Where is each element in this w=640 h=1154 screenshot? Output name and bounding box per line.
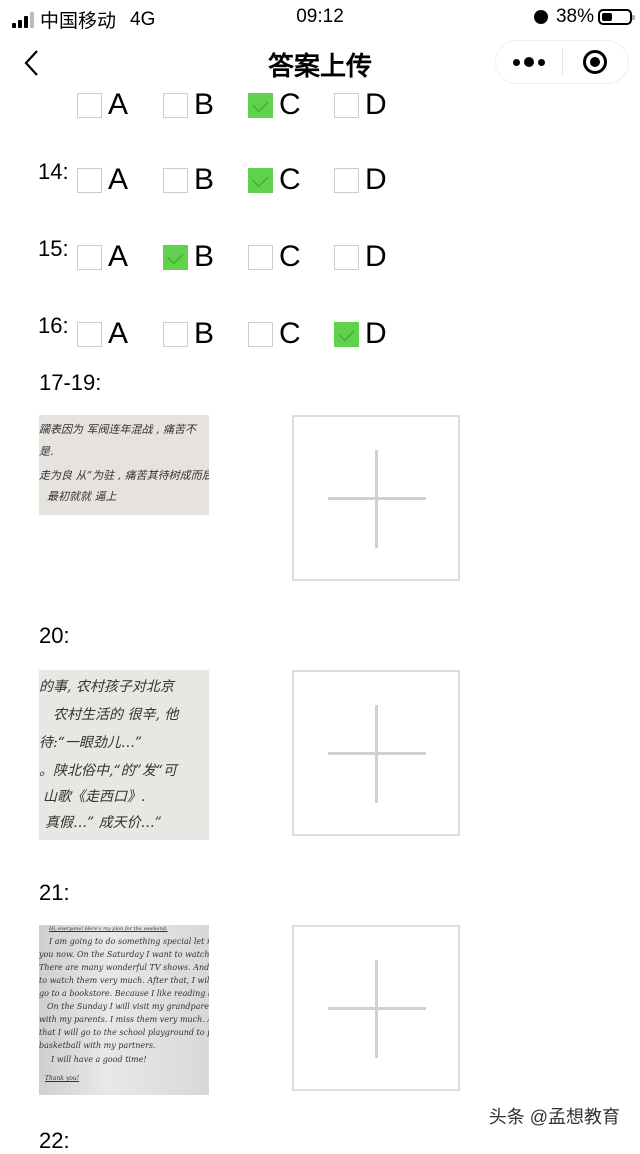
checkbox[interactable] [77, 321, 102, 347]
handwriting-line: to watch them very much. After that, I w… [39, 976, 209, 985]
option-a[interactable]: A [77, 242, 128, 272]
checkbox[interactable] [334, 244, 359, 270]
option-label: A [108, 317, 129, 350]
handwriting-line: 走为良 从“为驻 , 痛苦其待树成而后记 [39, 469, 209, 482]
add-image-button[interactable] [292, 925, 460, 1091]
option-c[interactable]: C [248, 90, 301, 120]
uploaded-photo[interactable]: 的事, 农村孩子对北京 农村生活的 很辛, 他 待:“一眼劲儿…” 。陕北俗中,… [39, 670, 209, 840]
handwriting-line: 真假…” 成天价…” [45, 815, 162, 831]
handwriting-line: Hi, everyone! Here's my plan for the wee… [49, 926, 168, 932]
plus-icon-vertical [375, 705, 378, 803]
checkbox[interactable] [248, 321, 273, 347]
target-circle-icon [583, 50, 608, 74]
battery-percent: 38% [555, 6, 594, 27]
section-label-partial: 22: [39, 1128, 70, 1153]
checkbox-checked[interactable] [163, 244, 188, 270]
option-label: D [365, 163, 387, 196]
option-label: B [194, 88, 215, 121]
option-a[interactable]: A [77, 165, 128, 195]
handwriting-line: basketball with my partners. [39, 1041, 156, 1050]
option-c[interactable]: C [248, 165, 301, 195]
handwriting-line: 。陕北俗中,“的”发“可 [39, 763, 177, 779]
uploaded-photo[interactable]: 躏表因为 军阀连年混战 , 痛苦不 是. 走为良 从“为驻 , 痛苦其待树成而后… [39, 415, 209, 515]
section-label: 20: [39, 623, 70, 648]
mini-program-capsule [495, 40, 629, 84]
checkbox[interactable] [248, 244, 273, 270]
alarm-icon [533, 10, 548, 24]
option-label: D [365, 88, 387, 121]
option-label: C [279, 163, 301, 196]
option-d[interactable]: D [334, 165, 387, 195]
plus-icon-vertical [375, 450, 378, 548]
option-a[interactable]: A [77, 319, 128, 349]
section-label: 21: [39, 880, 70, 905]
handwriting-line: you now. On the Saturday I want to watch… [39, 950, 209, 959]
option-label: B [194, 240, 215, 273]
option-label: B [194, 317, 215, 350]
checkbox[interactable] [163, 92, 188, 118]
handwriting-line: 躏表因为 军阀连年混战 , 痛苦不 [39, 423, 196, 436]
more-dots-icon [512, 58, 520, 66]
checkbox[interactable] [163, 321, 188, 347]
checkbox[interactable] [77, 92, 102, 118]
checkbox-checked[interactable] [334, 321, 359, 347]
option-d[interactable]: D [334, 319, 387, 349]
navigation-bar: 答案上传 [0, 34, 640, 92]
option-label: D [365, 317, 387, 350]
uploaded-photo[interactable]: Hi, everyone! Here's my plan for the wee… [39, 925, 209, 1095]
option-label: A [108, 240, 129, 273]
status-bar: 中国移动 4G 09:12 38% [0, 0, 640, 34]
add-image-button[interactable] [292, 415, 460, 581]
more-button[interactable] [496, 57, 562, 67]
option-d[interactable]: D [334, 242, 387, 272]
checkbox[interactable] [77, 244, 102, 270]
checkbox-checked[interactable] [248, 92, 273, 118]
option-d[interactable]: D [334, 90, 387, 120]
option-label: A [108, 88, 129, 121]
checkbox-checked[interactable] [248, 167, 273, 193]
option-label: C [279, 317, 301, 350]
option-a[interactable]: A [77, 90, 128, 120]
checkbox[interactable] [77, 167, 102, 193]
option-c[interactable]: C [248, 242, 301, 272]
option-b[interactable]: B [163, 319, 214, 349]
add-image-button[interactable] [292, 670, 460, 836]
checkbox[interactable] [334, 167, 359, 193]
handwriting-line: with my parents. I miss them very much. … [39, 1015, 209, 1024]
handwriting-line: 最初就就 逼上 [47, 490, 117, 503]
question-number: 14: [38, 159, 69, 184]
option-label: B [194, 163, 215, 196]
handwriting-line: I am going to do something special let m… [49, 937, 209, 946]
watermark: 头条 @孟想教育 [488, 1107, 620, 1127]
checkbox[interactable] [334, 92, 359, 118]
plus-icon-vertical [375, 960, 378, 1058]
handwriting-line: 是. [39, 445, 54, 458]
handwriting-line: I will have a good time! [51, 1055, 147, 1064]
option-b[interactable]: B [163, 90, 214, 120]
handwriting-line: On the Sunday I will visit my grandparen [47, 1002, 209, 1011]
handwriting-line: Thank you! [45, 1075, 80, 1082]
handwriting-line: There are many wonderful TV shows. And I… [39, 963, 209, 972]
question-number: 16: [38, 313, 69, 338]
option-c[interactable]: C [248, 319, 301, 349]
handwriting-line: 山歌《走西口》. [43, 789, 146, 805]
option-label: C [279, 88, 301, 121]
checkbox[interactable] [163, 167, 188, 193]
section-label: 17-19: [39, 370, 102, 395]
handwriting-line: go to a bookstore. Because I like readin… [39, 989, 209, 998]
option-label: A [108, 163, 129, 196]
handwriting-line: 待:“一眼劲儿…” [39, 735, 143, 751]
battery-icon [598, 9, 635, 25]
answer-upload-page: A B C D 14: A B C D 15: A B C D 16: A B … [0, 0, 640, 1154]
option-label: D [365, 240, 387, 273]
close-button[interactable] [563, 50, 629, 74]
option-b[interactable]: B [163, 165, 214, 195]
option-b[interactable]: B [163, 242, 214, 272]
handwriting-line: that I will go to the school playground … [39, 1028, 209, 1037]
handwriting-line: 的事, 农村孩子对北京 [39, 679, 174, 695]
option-label: C [279, 240, 301, 273]
handwriting-line: 农村生活的 很辛, 他 [53, 707, 179, 723]
question-number: 15: [38, 236, 69, 261]
